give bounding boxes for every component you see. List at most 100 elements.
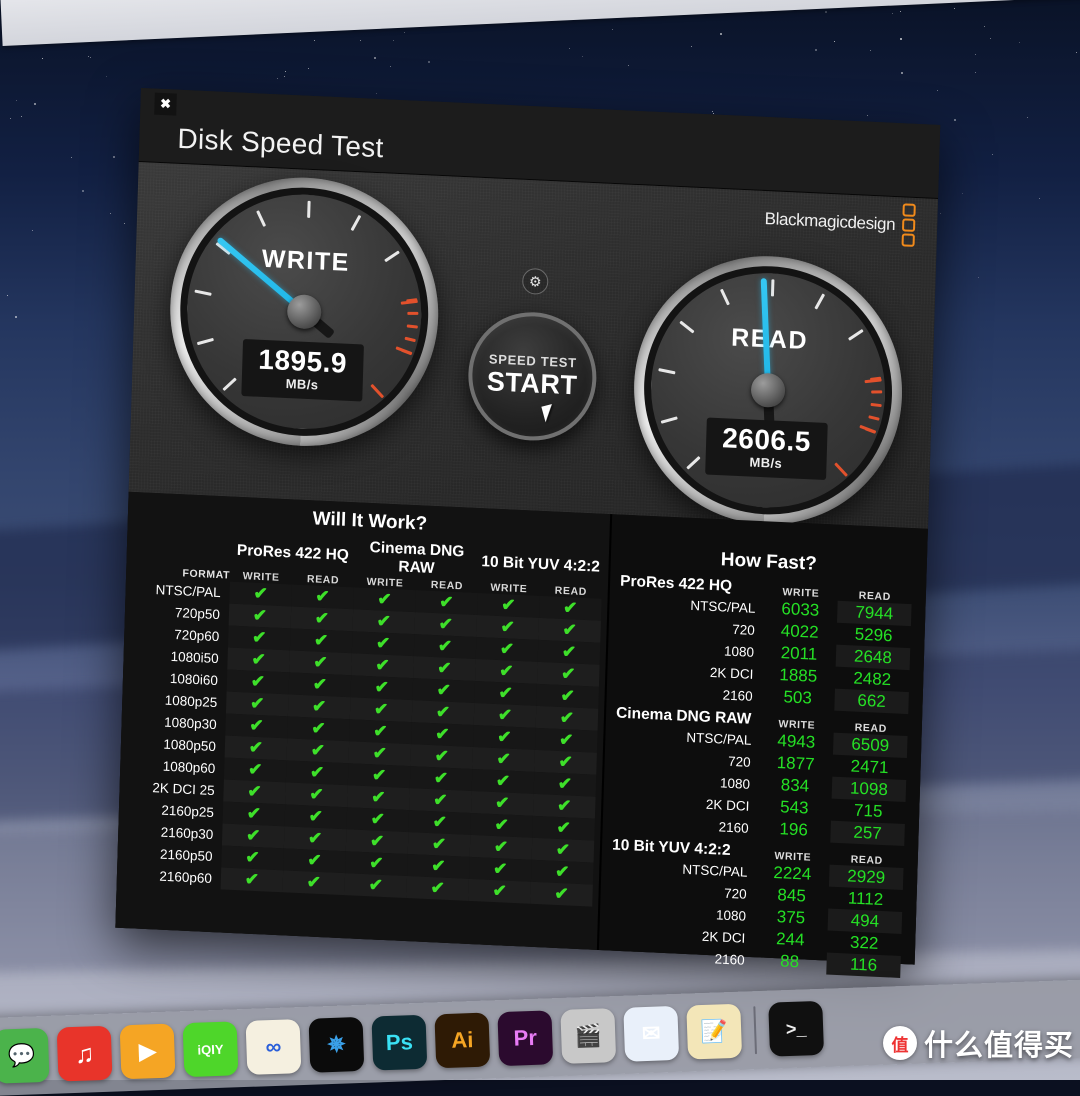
- check-icon: ✔: [501, 595, 516, 615]
- how-fast-resolution-label: 2K DCI: [613, 792, 757, 814]
- photoshop-icon: Ps: [385, 1029, 413, 1056]
- check-icon: ✔: [433, 790, 448, 810]
- watermark-badge: 值: [883, 1026, 917, 1060]
- speed-test-start-button[interactable]: SPEED TEST START: [466, 309, 598, 443]
- support-cell: ✔: [349, 719, 412, 744]
- check-icon: ✔: [310, 762, 325, 782]
- support-cell: ✔: [410, 766, 473, 791]
- check-icon: ✔: [497, 727, 512, 747]
- dock-icon-blue-swirl-app[interactable]: ✵: [308, 1017, 364, 1073]
- check-icon: ✔: [557, 795, 572, 815]
- support-cell: ✔: [536, 684, 599, 709]
- support-cell: ✔: [352, 631, 415, 656]
- check-icon: ✔: [438, 614, 453, 634]
- support-cell: ✔: [346, 807, 409, 832]
- dock-icon-wechat[interactable]: 💬: [0, 1028, 50, 1084]
- check-icon: ✔: [556, 817, 571, 837]
- check-icon: ✔: [372, 765, 387, 785]
- final-cut-pro-icon: 🎬: [574, 1023, 602, 1050]
- dock-icon-photoshop[interactable]: Ps: [371, 1015, 427, 1071]
- check-icon: ✔: [249, 715, 264, 735]
- support-cell: ✔: [537, 662, 600, 687]
- check-icon: ✔: [432, 834, 447, 854]
- mouse-cursor: [541, 404, 556, 422]
- check-icon: ✔: [563, 598, 578, 618]
- blue-swirl-app-icon: ✵: [327, 1031, 346, 1058]
- dock-icon-tencent-video[interactable]: ▶: [120, 1023, 176, 1079]
- check-icon: ✔: [376, 633, 391, 653]
- check-icon: ✔: [498, 705, 513, 725]
- disk-speed-test-window: ✖ Disk Speed Test Blackmagicdesign WRITE: [115, 88, 940, 965]
- support-cell: ✔: [413, 656, 476, 681]
- check-icon: ✔: [495, 793, 510, 813]
- how-fast-resolution-label: NTSC/PAL: [611, 858, 755, 880]
- check-icon: ✔: [562, 620, 577, 640]
- codec-group-header: 10 Bit YUV 4:2:2: [478, 544, 603, 587]
- brand-name: Blackmagicdesign: [764, 208, 895, 234]
- how-fast-resolution-label: 2160: [613, 814, 757, 836]
- mail-icon: ✉: [642, 1021, 661, 1048]
- check-icon: ✔: [558, 751, 573, 771]
- support-cell: ✔: [346, 829, 409, 854]
- support-cell: ✔: [414, 634, 477, 659]
- support-cell: ✔: [221, 845, 284, 870]
- support-cell: ✔: [476, 615, 539, 640]
- dock-icon-premiere-pro[interactable]: Pr: [497, 1010, 553, 1066]
- dock-icon-final-cut-pro[interactable]: 🎬: [560, 1008, 616, 1064]
- support-cell: ✔: [536, 706, 599, 731]
- check-icon: ✔: [244, 869, 259, 889]
- support-cell: ✔: [229, 604, 292, 629]
- check-icon: ✔: [374, 699, 389, 719]
- gauges-panel: Blackmagicdesign WRITE 1895.9 MB/s: [129, 162, 938, 529]
- how-fast-resolution-label: 2K DCI: [609, 924, 753, 946]
- support-cell: ✔: [534, 750, 597, 775]
- netease-music-icon: ♫: [74, 1038, 95, 1070]
- check-icon: ✔: [431, 856, 446, 876]
- dock-icon-baidu-netdisk[interactable]: ∞: [246, 1019, 302, 1075]
- check-icon: ✔: [369, 853, 384, 873]
- how-fast-write-value: 503: [760, 685, 835, 710]
- how-fast-section: ProRes 422 HQWRITEREADNTSC/PAL6033794472…: [617, 573, 913, 714]
- check-icon: ✔: [554, 883, 569, 903]
- dock-icon-illustrator[interactable]: Ai: [434, 1012, 490, 1068]
- check-icon: ✔: [562, 641, 577, 661]
- support-cell: ✔: [223, 779, 286, 804]
- check-icon: ✔: [253, 583, 268, 603]
- dock-icon-mail[interactable]: ✉: [623, 1006, 679, 1062]
- codec-group-header: Cinema DNG RAW: [354, 538, 479, 581]
- how-fast-resolution-label: 1080: [618, 638, 762, 660]
- support-cell: ✔: [408, 810, 471, 835]
- check-icon: ✔: [248, 759, 263, 779]
- check-icon: ✔: [368, 875, 383, 895]
- how-fast-resolution-label: 720: [619, 616, 763, 638]
- terminal-icon: >_: [786, 1018, 807, 1040]
- dock-icon-notes[interactable]: 📝: [686, 1004, 742, 1060]
- gear-icon[interactable]: ⚙: [522, 268, 549, 295]
- dock-icon-terminal[interactable]: >_: [768, 1001, 824, 1057]
- check-icon: ✔: [434, 746, 449, 766]
- support-cell: ✔: [351, 653, 414, 678]
- support-cell: ✔: [535, 728, 598, 753]
- support-cell: ✔: [532, 816, 595, 841]
- check-icon: ✔: [560, 685, 575, 705]
- notes-icon: 📝: [700, 1018, 728, 1045]
- check-icon: ✔: [370, 809, 385, 829]
- support-cell: ✔: [468, 879, 531, 904]
- support-cell: ✔: [469, 857, 532, 882]
- check-icon: ✔: [436, 680, 451, 700]
- check-icon: ✔: [375, 655, 390, 675]
- check-icon: ✔: [494, 815, 509, 835]
- support-cell: ✔: [477, 593, 540, 618]
- close-icon[interactable]: ✖: [154, 93, 177, 116]
- how-fast-resolution-label: 720: [615, 748, 759, 770]
- iqiyi-icon: iQIY: [197, 1041, 224, 1057]
- dock-icon-iqiyi[interactable]: iQIY: [183, 1021, 239, 1077]
- support-cell: ✔: [226, 692, 289, 717]
- support-cell: ✔: [533, 794, 596, 819]
- support-cell: ✔: [224, 757, 287, 782]
- support-cell: ✔: [532, 838, 595, 863]
- how-fast-resolution-label: 2160: [617, 682, 761, 704]
- support-cell: ✔: [408, 832, 471, 857]
- support-cell: ✔: [470, 835, 533, 860]
- dock-icon-netease-music[interactable]: ♫: [57, 1026, 113, 1082]
